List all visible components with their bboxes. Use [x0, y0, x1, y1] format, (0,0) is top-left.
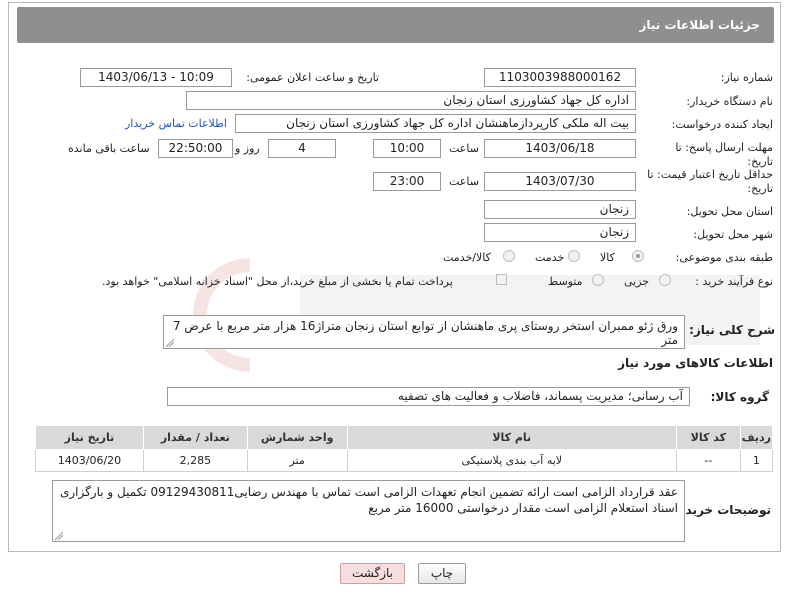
col-qty: تعداد / مقدار	[142, 425, 248, 450]
col-unit: واحد شمارش	[246, 425, 348, 450]
resize-grip-icon	[55, 532, 63, 540]
validity-date-field: 1403/07/30	[484, 172, 636, 191]
creator-label: ایجاد کننده درخواست:	[671, 118, 773, 131]
city-field: زنجان	[484, 223, 636, 242]
validity-label: حداقل تاریخ اعتبار قیمت: تا تاریخ:	[647, 168, 773, 195]
buyer-notes-textarea: عقد قرارداد الزامی است ارائه تضمین انجام…	[52, 480, 685, 542]
buyer-org-field: اداره کل جهاد کشاورزی استان زنجان	[186, 91, 636, 110]
announce-label: تاریخ و ساعت اعلان عمومی:	[246, 71, 379, 84]
category-service-radio[interactable]	[568, 250, 580, 262]
goods-table: ردیف کد کالا نام کالا واحد شمارش تعداد /…	[35, 425, 774, 472]
back-button[interactable]: بازگشت	[340, 563, 405, 584]
goods-table-header: ردیف کد کالا نام کالا واحد شمارش تعداد /…	[35, 425, 774, 450]
goods-group-label: گروه کالا:	[710, 390, 769, 404]
process-label: نوع فرآیند خرید :	[695, 275, 773, 288]
goods-section-title: اطلاعات کالاهای مورد نیاز	[618, 356, 773, 370]
process-medium-radio[interactable]	[592, 274, 604, 286]
city-label: شهر محل تحویل:	[693, 228, 773, 241]
province-label: استان محل تحویل:	[686, 205, 773, 218]
deadline-label: مهلت ارسال پاسخ: تا تاریخ:	[675, 141, 773, 168]
description-textarea: ورق ژئو ممبران استخر روستای پری ماهنشان …	[163, 315, 685, 349]
description-label: شرح کلی نیاز:	[689, 323, 775, 337]
table-row: 1 -- لایه آب بندی پلاستیکی متر 2,285 140…	[35, 449, 774, 472]
page-title: جزئیات اطلاعات نیاز	[17, 7, 774, 43]
buyer-org-label: نام دستگاه خریدار:	[686, 95, 773, 108]
category-goods-label: کالا	[600, 251, 615, 264]
category-label: طبقه بندی موضوعی:	[675, 251, 773, 264]
remaining-label: ساعت باقی مانده	[68, 142, 150, 155]
need-number-field: 1103003988000162	[484, 68, 636, 87]
days-label: روز و	[235, 142, 260, 155]
description-text: ورق ژئو ممبران استخر روستای پری ماهنشان …	[172, 319, 678, 347]
category-goods-service-label: کالا/خدمت	[443, 251, 491, 264]
validity-time-field: 23:00	[373, 172, 441, 191]
cell-unit: متر	[246, 449, 348, 472]
col-date: تاریخ نیاز	[35, 425, 144, 450]
category-goods-service-radio[interactable]	[503, 250, 515, 262]
resize-grip-icon	[166, 339, 174, 347]
col-name: نام کالا	[346, 425, 677, 450]
cell-qty: 2,285	[142, 449, 248, 472]
cell-name: لایه آب بندی پلاستیکی	[346, 449, 677, 472]
deadline-time-field: 10:00	[373, 139, 441, 158]
process-minor-label: جزیی	[624, 275, 650, 288]
deadline-date-field: 1403/06/18	[484, 139, 636, 158]
category-goods-radio[interactable]	[632, 250, 644, 262]
cell-row: 1	[739, 449, 774, 472]
creator-field: بیت اله ملکی کارپردازماهنشان اداره کل جه…	[235, 114, 636, 133]
remaining-time-field: 22:50:00	[158, 139, 233, 158]
validity-time-label: ساعت	[449, 175, 479, 188]
cell-date: 1403/06/20	[35, 449, 144, 472]
province-field: زنجان	[484, 200, 636, 219]
treasury-payment-checkbox[interactable]	[496, 274, 507, 285]
need-number-label: شماره نیاز:	[720, 71, 773, 84]
contact-info-link[interactable]: اطلاعات تماس خریدار	[125, 117, 227, 130]
cell-code: --	[675, 449, 741, 472]
announce-field: 1403/06/13 - 10:09	[80, 68, 232, 87]
deadline-time-label: ساعت	[449, 142, 479, 155]
buyer-notes-text: عقد قرارداد الزامی است ارائه تضمین انجام…	[59, 485, 678, 515]
col-row: ردیف	[739, 425, 774, 450]
days-field: 4	[268, 139, 336, 158]
goods-group-field: آب رسانی؛ مدیریت پسماند، فاضلاب و فعالیت…	[167, 387, 690, 406]
process-minor-radio[interactable]	[659, 274, 671, 286]
print-button[interactable]: چاپ	[418, 563, 466, 584]
process-medium-label: متوسط	[548, 275, 583, 288]
col-code: کد کالا	[675, 425, 741, 450]
payment-note: پرداخت تمام یا بخشی از مبلغ خرید،از محل …	[102, 275, 453, 288]
category-service-label: خدمت	[535, 251, 565, 264]
